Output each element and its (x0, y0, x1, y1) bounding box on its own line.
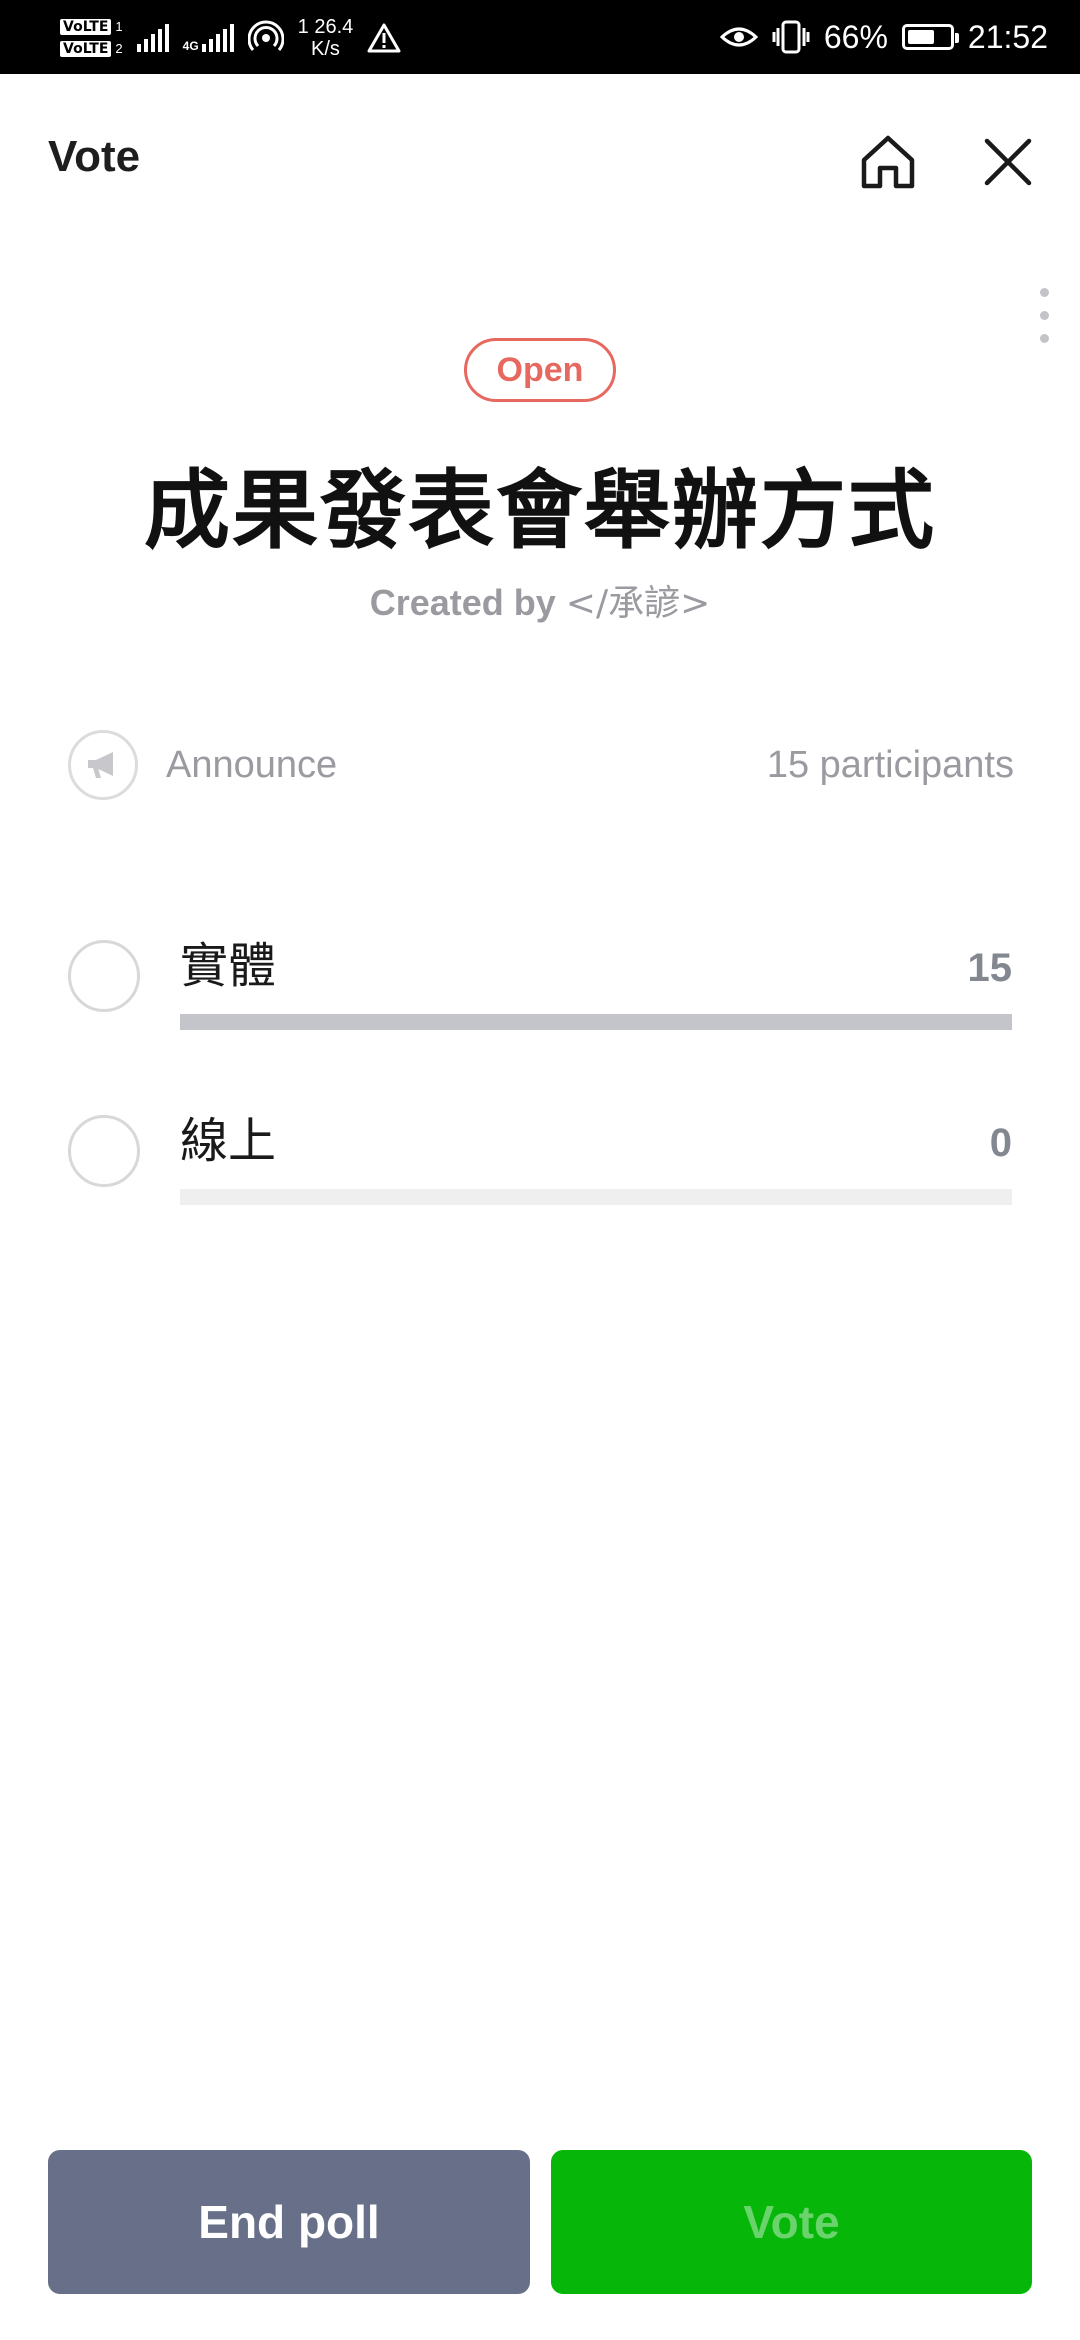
option-label: 線上 (180, 1113, 277, 1169)
status-badge: Open (463, 338, 617, 402)
speed-unit: K/s (311, 38, 340, 60)
home-button[interactable] (848, 122, 928, 202)
option-vote-count: 0 (989, 1121, 1012, 1165)
sim-2-label: 2 (115, 41, 123, 56)
poll-option[interactable]: 線上 0 (68, 1101, 1014, 1221)
option-result-bar (180, 1014, 1012, 1030)
announce-button[interactable] (68, 730, 138, 800)
battery-icon (901, 24, 959, 50)
created-by-prefix: Created by (369, 582, 566, 623)
status-badge-wrapper: Open (0, 338, 1080, 402)
network-type-label: 4G (182, 39, 199, 53)
poll-option[interactable]: 實體 15 (68, 926, 1014, 1046)
network-speed: 1 26.4 K/s (298, 16, 354, 60)
option-result-bar (180, 1189, 1012, 1205)
hotspot-icon (247, 20, 284, 51)
clock: 21:52 (967, 18, 1048, 55)
creator-name: </承諺> (565, 583, 711, 624)
volte-indicators: VoLTE 1 VoLTE 2 (60, 18, 123, 58)
warning-icon (367, 23, 401, 53)
announce-label[interactable]: Announce (166, 744, 337, 787)
vote-button[interactable]: Vote (551, 2150, 1032, 2294)
vibrate-icon (772, 20, 810, 54)
status-bar: VoLTE 1 VoLTE 2 4G 1 26.4 K/s 66% 21:52 (0, 0, 1080, 74)
megaphone-icon (88, 752, 113, 778)
announce-row: Announce 15 participants (68, 730, 1014, 806)
volte-1-badge: VoLTE (60, 19, 112, 35)
signal-icon-sim2: 4G (183, 24, 234, 52)
sim-1-label: 1 (115, 19, 123, 34)
volte-2-badge: VoLTE (60, 41, 112, 57)
option-radio[interactable] (68, 1115, 140, 1187)
option-radio[interactable] (68, 940, 140, 1012)
battery-percent: 66% (823, 18, 888, 55)
participants-count[interactable]: 15 participants (767, 744, 1014, 787)
app-header: Vote (0, 74, 1080, 246)
poll-title: 成果發表會舉辦方式 (144, 461, 936, 561)
battery-fill (907, 30, 934, 44)
speed-value: 1 26.4 (297, 16, 354, 38)
created-by: Created by </承諺> (0, 574, 1080, 626)
close-icon (984, 138, 1032, 186)
option-vote-count: 15 (967, 946, 1013, 990)
home-icon (861, 135, 915, 189)
more-dot-icon (1039, 310, 1049, 320)
option-label: 實體 (180, 938, 277, 994)
close-button[interactable] (968, 122, 1048, 202)
page-title: Vote (48, 132, 141, 181)
eye-comfort-icon (719, 27, 758, 47)
option-result-fill (180, 1014, 1012, 1030)
signal-icon-sim1 (136, 24, 169, 52)
end-poll-button[interactable]: End poll (48, 2150, 530, 2294)
more-dot-icon (1039, 287, 1049, 297)
